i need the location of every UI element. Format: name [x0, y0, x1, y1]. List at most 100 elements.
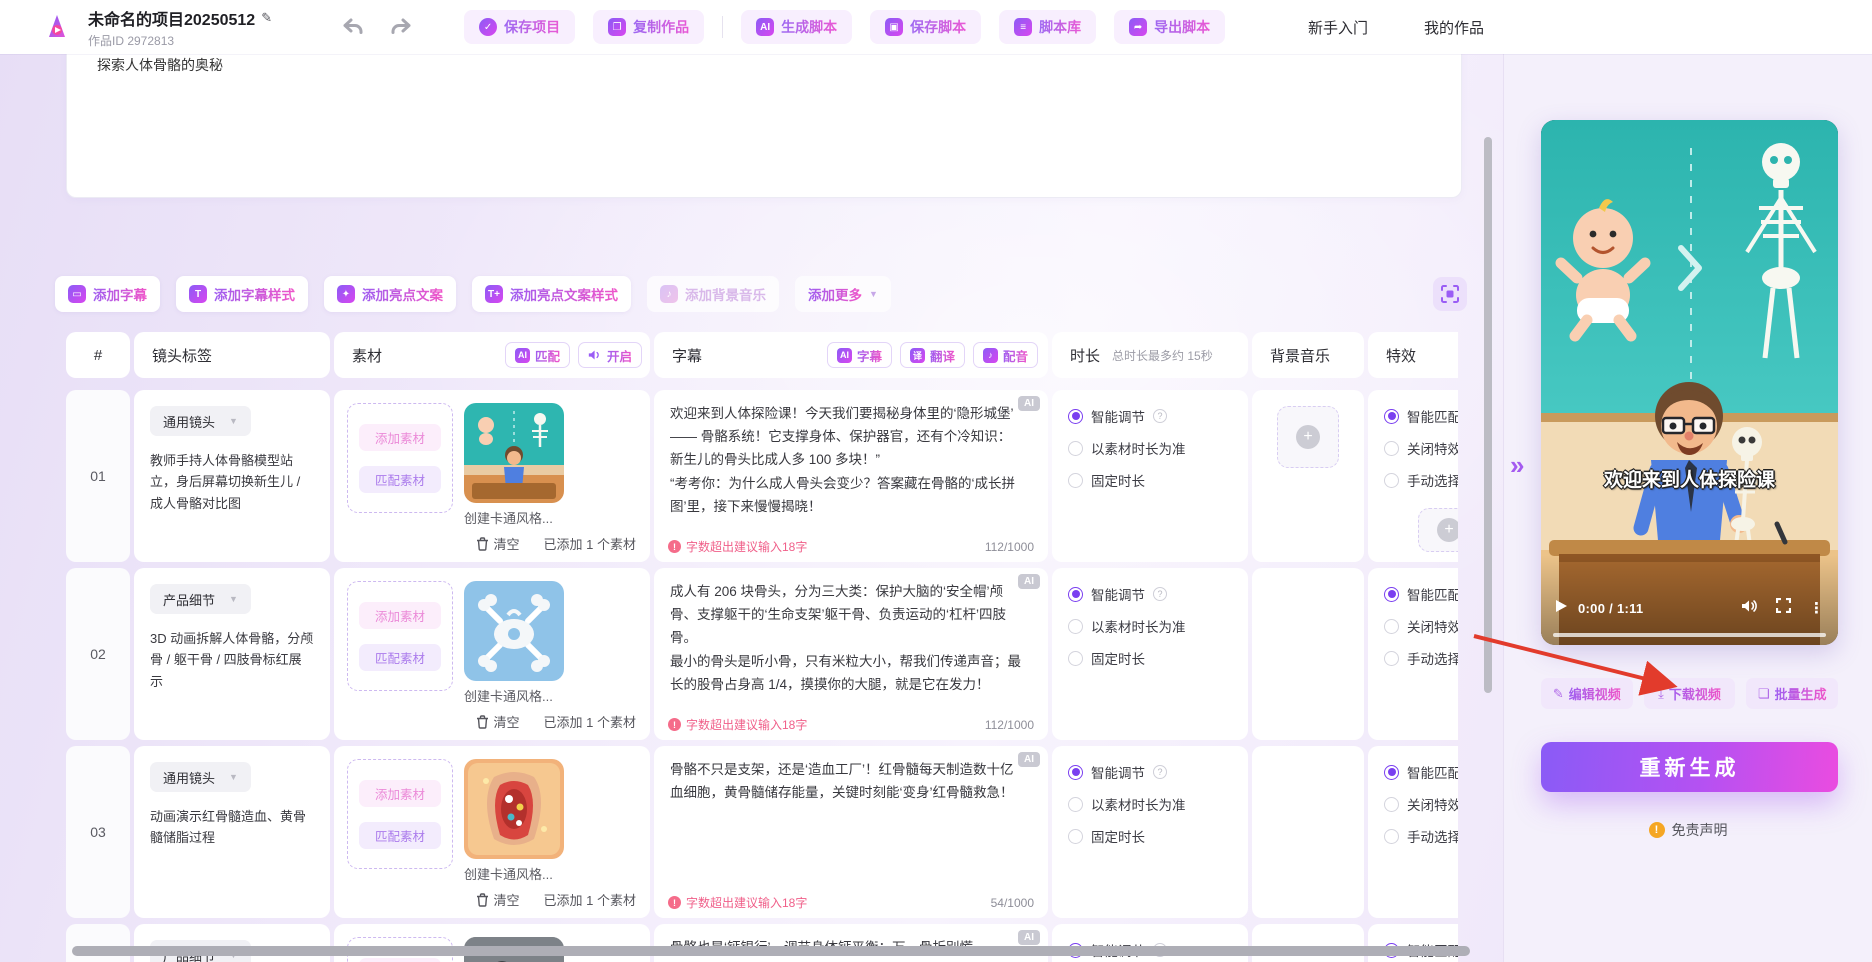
radio-option[interactable]: 手动选择: [1384, 826, 1458, 846]
radio-unselected-icon[interactable]: [1384, 829, 1399, 844]
clear-material-button[interactable]: 清空: [476, 890, 520, 909]
shot-description[interactable]: 动画演示红骨髓造血、黄骨髓储脂过程: [150, 806, 314, 849]
add-more-button[interactable]: 添加更多 ▼: [795, 276, 891, 312]
script-library-button[interactable]: ≡ 脚本库: [999, 10, 1096, 44]
match-material-button[interactable]: 匹配素材: [359, 466, 441, 493]
radio-option[interactable]: 以素材时长为准: [1068, 438, 1232, 458]
radio-option[interactable]: 关闭特效: [1384, 794, 1458, 814]
shot-description[interactable]: 3D 动画拆解人体骨骼，分颅骨 / 躯干骨 / 四肢骨标红展示: [150, 628, 314, 692]
undo-icon[interactable]: [342, 17, 364, 37]
radio-option[interactable]: 以素材时长为准: [1068, 616, 1232, 636]
add-material-button[interactable]: 添加素材: [359, 424, 441, 451]
radio-selected-icon[interactable]: [1384, 587, 1399, 602]
radio-unselected-icon[interactable]: [1068, 829, 1083, 844]
radio-unselected-icon[interactable]: [1384, 797, 1399, 812]
add-highlight-style-button[interactable]: T+ 添加亮点文案样式: [472, 276, 631, 312]
table-vertical-scrollbar[interactable]: [1484, 137, 1492, 693]
beginner-guide-link[interactable]: 新手入门: [1308, 17, 1368, 38]
kebab-menu-icon[interactable]: ⋮: [1809, 599, 1824, 617]
radio-option[interactable]: 以素材时长为准: [1068, 794, 1232, 814]
radio-option[interactable]: 固定时长: [1068, 470, 1232, 490]
fullscreen-icon[interactable]: [1776, 598, 1791, 618]
translate-button[interactable]: 译翻译: [900, 342, 965, 368]
radio-unselected-icon[interactable]: [1068, 619, 1083, 634]
radio-unselected-icon[interactable]: [1384, 441, 1399, 456]
video-player[interactable]: 欢迎来到人体探险课 0:00 / 1:11 ⋮: [1541, 120, 1838, 645]
shot-description[interactable]: 教师手持人体骨骼模型站立，身后屏幕切换新生儿 / 成人骨骼对比图: [150, 450, 314, 514]
edit-title-icon[interactable]: ✎: [261, 10, 272, 26]
radio-selected-icon[interactable]: [1068, 409, 1083, 424]
radio-option[interactable]: 智能调节 ?: [1068, 406, 1232, 426]
help-icon[interactable]: ?: [1153, 409, 1167, 423]
script-text[interactable]: 探索人体骨骼的奥秘: [97, 55, 223, 75]
add-subtitle-button[interactable]: ▭ 添加字幕: [55, 276, 160, 312]
table-horizontal-scrollbar[interactable]: [72, 946, 1470, 956]
add-material-button[interactable]: 添加素材: [359, 780, 441, 807]
my-works-link[interactable]: 我的作品: [1424, 17, 1484, 38]
collapse-panel-icon[interactable]: »: [1510, 450, 1524, 481]
shot-tag-dropdown[interactable]: 产品细节▼: [150, 584, 251, 614]
save-script-button[interactable]: ▣ 保存脚本: [870, 10, 981, 44]
radio-option[interactable]: 智能匹配: [1384, 762, 1458, 782]
progress-bar[interactable]: [1553, 633, 1826, 637]
add-bgm-box[interactable]: +: [1277, 406, 1339, 468]
radio-option[interactable]: 关闭特效: [1384, 616, 1458, 636]
redo-icon[interactable]: [390, 17, 412, 37]
radio-option[interactable]: 手动选择: [1384, 648, 1458, 668]
radio-option[interactable]: 智能匹配: [1384, 406, 1458, 426]
generate-script-button[interactable]: AI 生成脚本: [741, 10, 852, 44]
radio-option[interactable]: 固定时长: [1068, 648, 1232, 668]
add-material-button[interactable]: 添加素材: [359, 958, 441, 962]
radio-unselected-icon[interactable]: [1068, 441, 1083, 456]
ai-match-button[interactable]: AI匹配: [505, 342, 570, 368]
radio-unselected-icon[interactable]: [1068, 473, 1083, 488]
ai-subtitle-button[interactable]: AI字幕: [827, 342, 892, 368]
match-material-button[interactable]: 匹配素材: [359, 644, 441, 671]
export-script-button[interactable]: ➦ 导出脚本: [1114, 10, 1225, 44]
disclaimer-row[interactable]: ! 免责声明: [1504, 820, 1872, 840]
radio-option[interactable]: 关闭特效: [1384, 438, 1458, 458]
radio-option[interactable]: 手动选择: [1384, 470, 1458, 490]
radio-unselected-icon[interactable]: [1068, 797, 1083, 812]
regenerate-button[interactable]: 重新生成: [1541, 742, 1838, 792]
dubbing-button[interactable]: ♪配音: [973, 342, 1038, 368]
app-logo-icon[interactable]: [40, 10, 74, 44]
match-material-button[interactable]: 匹配素材: [359, 822, 441, 849]
subtitle-text[interactable]: 骨骼不只是支架，还是‘造血工厂’！红骨髓每天制造数十亿血细胞，黄骨髓储存能量，关…: [670, 758, 1022, 804]
help-icon[interactable]: ?: [1153, 587, 1167, 601]
save-project-button[interactable]: ✓ 保存项目: [464, 10, 575, 44]
add-effect-box[interactable]: +: [1418, 508, 1458, 552]
add-subtitle-style-button[interactable]: T 添加字幕样式: [176, 276, 308, 312]
radio-unselected-icon[interactable]: [1384, 619, 1399, 634]
radio-unselected-icon[interactable]: [1068, 651, 1083, 666]
subtitle-text[interactable]: 欢迎来到人体探险课！今天我们要揭秘身体里的‘隐形城堡’ —— 骨骼系统！它支撑身…: [670, 402, 1022, 518]
play-icon[interactable]: [1555, 599, 1568, 618]
edit-video-button[interactable]: ✎ 编辑视频: [1541, 678, 1633, 709]
add-bgm-button[interactable]: ♪ 添加背景音乐: [647, 276, 779, 312]
help-icon[interactable]: ?: [1153, 765, 1167, 779]
radio-selected-icon[interactable]: [1068, 765, 1083, 780]
shot-tag-dropdown[interactable]: 通用镜头▼: [150, 406, 251, 436]
clear-material-button[interactable]: 清空: [476, 712, 520, 731]
radio-selected-icon[interactable]: [1384, 409, 1399, 424]
material-thumbnail[interactable]: [464, 581, 564, 681]
material-thumbnail[interactable]: [464, 403, 564, 503]
batch-generate-button[interactable]: ❏ 批量生成: [1746, 678, 1838, 709]
radio-option[interactable]: 智能调节 ?: [1068, 584, 1232, 604]
radio-option[interactable]: 智能调节 ?: [1068, 762, 1232, 782]
download-video-button[interactable]: ⤓ 下载视频: [1644, 678, 1736, 709]
copy-work-button[interactable]: ❐ 复制作品: [593, 10, 704, 44]
radio-unselected-icon[interactable]: [1384, 651, 1399, 666]
material-thumbnail[interactable]: [464, 759, 564, 859]
radio-unselected-icon[interactable]: [1384, 473, 1399, 488]
radio-option[interactable]: 固定时长: [1068, 826, 1232, 846]
subtitle-text[interactable]: 成人有 206 块骨头，分为三大类：保护大脑的‘安全帽’颅骨、支撑躯干的‘生命支…: [670, 580, 1022, 696]
clear-material-button[interactable]: 清空: [476, 534, 520, 553]
add-highlight-button[interactable]: ✦ 添加亮点文案: [324, 276, 456, 312]
shot-tag-dropdown[interactable]: 通用镜头▼: [150, 762, 251, 792]
add-material-button[interactable]: 添加素材: [359, 602, 441, 629]
fullscreen-table-button[interactable]: [1433, 277, 1467, 311]
volume-icon[interactable]: [1741, 599, 1758, 618]
radio-selected-icon[interactable]: [1384, 765, 1399, 780]
radio-option[interactable]: 智能匹配: [1384, 584, 1458, 604]
